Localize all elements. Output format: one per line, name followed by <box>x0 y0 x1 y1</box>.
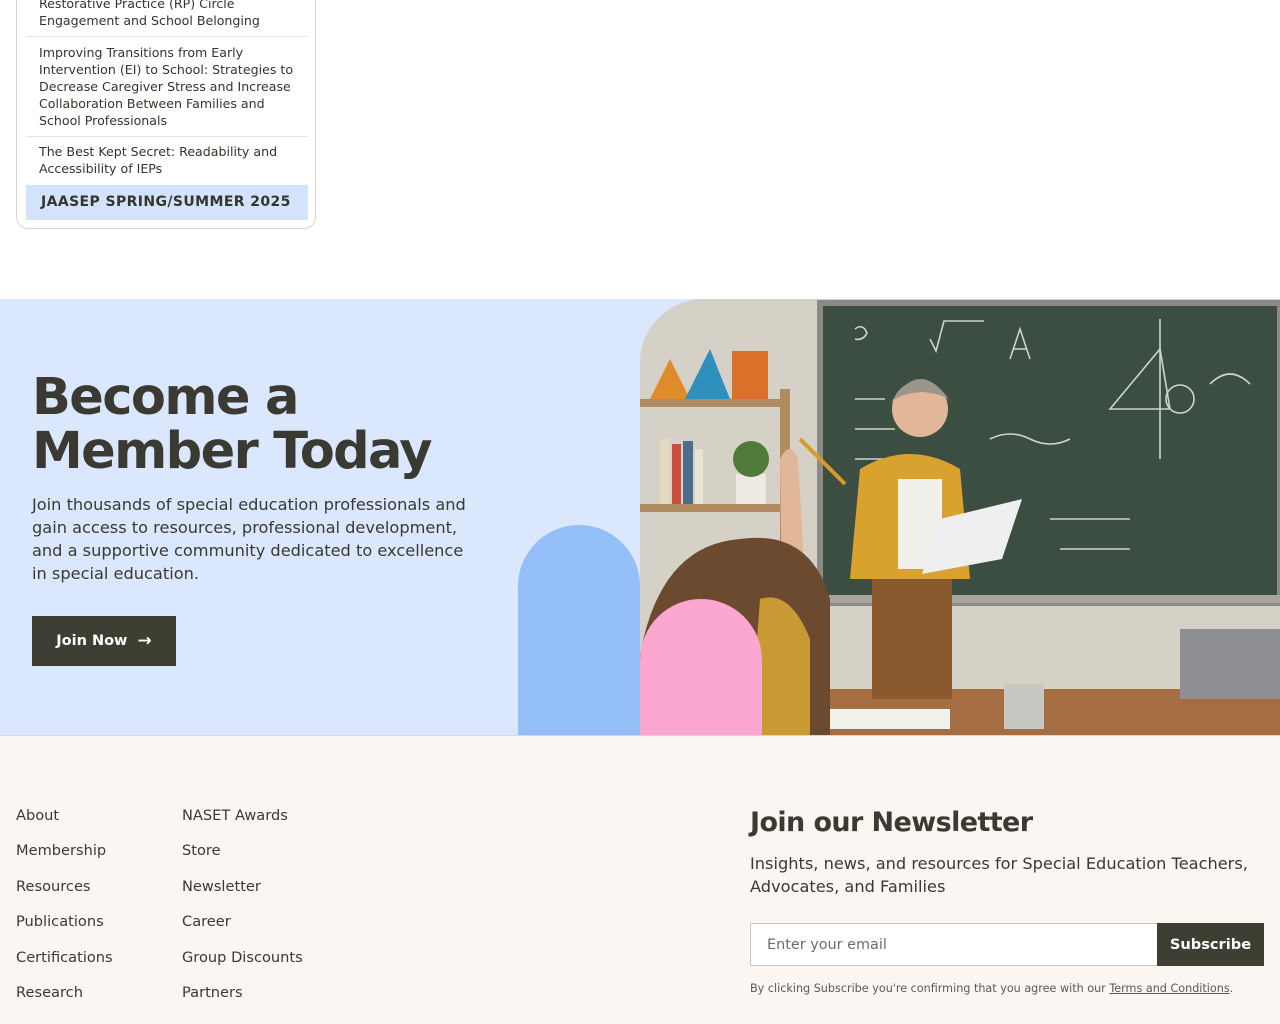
arrow-right-icon: → <box>137 630 152 651</box>
subscribe-button[interactable]: Subscribe <box>1157 923 1264 966</box>
article-list-card: Restorative Practice (RP) Circle Engagem… <box>16 0 316 229</box>
footer-links-column-2: NASET Awards Store Newsletter Career Gro… <box>182 806 303 1018</box>
footer-link-newsletter[interactable]: Newsletter <box>182 877 303 912</box>
decorative-blue-arch <box>518 525 640 735</box>
sidebar-item-ei-transitions[interactable]: Improving Transitions from Early Interve… <box>26 44 308 129</box>
footer-link-certifications[interactable]: Certifications <box>16 948 113 983</box>
membership-title: Become a Member Today <box>32 368 433 481</box>
footer-link-naset-awards[interactable]: NASET Awards <box>182 806 303 841</box>
membership-hero: Become a Member Today Join thousands of … <box>0 299 1280 736</box>
footer-link-career[interactable]: Career <box>182 912 303 947</box>
terms-and-conditions-link[interactable]: Terms and Conditions <box>1109 982 1229 995</box>
footer-link-research[interactable]: Research <box>16 983 113 1018</box>
sidebar-item-jaasep-2025[interactable]: JAASEP SPRING/SUMMER 2025 <box>26 185 308 220</box>
legal-prefix: By clicking Subscribe you're confirming … <box>750 982 1110 995</box>
divider <box>26 36 308 37</box>
footer-link-store[interactable]: Store <box>182 841 303 876</box>
divider <box>26 136 308 137</box>
join-now-button[interactable]: Join Now → <box>32 616 176 666</box>
join-now-label: Join Now <box>56 633 128 649</box>
membership-description: Join thousands of special education prof… <box>32 495 466 583</box>
footer-link-resources[interactable]: Resources <box>16 877 113 912</box>
footer-link-about[interactable]: About <box>16 806 113 841</box>
footer-link-partners[interactable]: Partners <box>182 983 303 1018</box>
newsletter-legal-text: By clicking Subscribe you're confirming … <box>750 982 1233 995</box>
newsletter-title: Join our Newsletter <box>750 807 1033 838</box>
footer-links-column-1: About Membership Resources Publications … <box>16 806 113 1018</box>
footer-link-group-discounts[interactable]: Group Discounts <box>182 948 303 983</box>
decorative-pink-arch <box>640 599 762 735</box>
site-footer: About Membership Resources Publications … <box>0 736 1280 1024</box>
legal-suffix: . <box>1229 982 1234 995</box>
newsletter-email-input[interactable] <box>750 923 1158 966</box>
newsletter-description: Insights, news, and resources for Specia… <box>750 854 1248 896</box>
footer-link-publications[interactable]: Publications <box>16 912 113 947</box>
footer-link-membership[interactable]: Membership <box>16 841 113 876</box>
sidebar-item-iep-readability[interactable]: The Best Kept Secret: Readability and Ac… <box>26 143 308 177</box>
sidebar-item-rp-circle[interactable]: Restorative Practice (RP) Circle Engagem… <box>26 0 308 29</box>
